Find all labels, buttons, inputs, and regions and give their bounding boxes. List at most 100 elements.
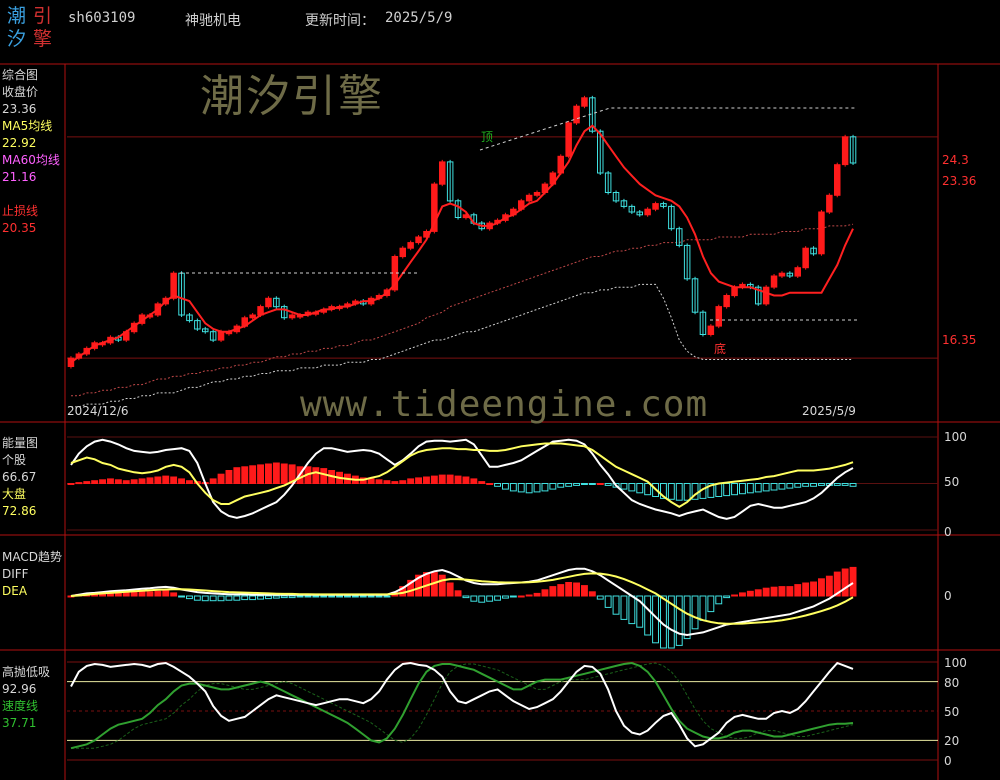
energy-bar [636, 483, 644, 494]
main-label: 22.92 [2, 136, 37, 150]
energy-bar [644, 483, 652, 496]
energy-bar [375, 479, 383, 484]
main-panel-labels: 综合图 收盘价 23.36 MA5均线 22.92 MA60均线 21.16 止损线 20.35 [2, 67, 60, 237]
main-label: 20.35 [2, 221, 37, 235]
macd-bar [272, 595, 280, 599]
macd-bar [154, 590, 162, 597]
energy-bar [604, 483, 612, 486]
macd-bar [762, 587, 770, 597]
macd-bar [162, 590, 170, 597]
energy-bar [517, 483, 525, 493]
energy-line [70, 442, 854, 508]
watermark-logo: 潮汐引擎 [200, 71, 384, 122]
energy-bar [731, 483, 738, 496]
macd-bar [509, 595, 517, 598]
energy-bar [423, 476, 430, 484]
macd-bar [525, 594, 533, 597]
macd-bar [454, 590, 462, 597]
ma-slow-line [71, 223, 854, 397]
macd-bar [691, 595, 699, 630]
energy-bar [794, 483, 802, 488]
energy-bar [802, 483, 810, 487]
macd-bar [588, 591, 596, 597]
macd-bar [628, 595, 636, 625]
gaopao-panel-labels: 高抛低吸 92.96 速度线 37.71 [2, 664, 50, 732]
macd-bar [746, 590, 754, 597]
macd-bar [462, 595, 470, 599]
candle [265, 297, 272, 308]
energy-bar [762, 483, 770, 492]
energy-bar [399, 480, 407, 485]
energy-label: 66.67 [2, 470, 37, 484]
candle [834, 164, 841, 196]
energy-bar [217, 473, 225, 485]
macd-bar [541, 589, 549, 597]
energy-bar [257, 464, 265, 484]
energy-bar [739, 483, 746, 495]
energy-bar [573, 483, 580, 486]
energy-line [70, 438, 854, 520]
macd-bar [478, 595, 486, 603]
macd-bar [288, 595, 296, 599]
macd-bar [494, 595, 502, 601]
macd-bar [122, 592, 130, 597]
energy-bar [209, 478, 217, 484]
macd-bar [841, 568, 849, 597]
energy-bar [683, 483, 691, 501]
macd-bar [201, 595, 209, 602]
macd-bar [517, 595, 525, 598]
macd-bar [359, 595, 367, 598]
guide-line [479, 107, 857, 151]
energy-bar [486, 483, 494, 485]
energy-bar [130, 479, 138, 484]
candle [439, 161, 446, 185]
candle [762, 286, 770, 305]
axis-label-close: 23.36 [942, 174, 977, 188]
date-end: 2025/5/9 [802, 404, 856, 418]
energy-bar [280, 463, 288, 484]
macd-bar [130, 591, 138, 597]
energy-bar [596, 483, 604, 485]
macd-bar [312, 595, 320, 598]
gaopao-line [70, 661, 854, 748]
energy-bar [565, 483, 573, 487]
gaopao-label: 速度线 [2, 699, 39, 713]
macd-label: MACD趋势 [2, 550, 62, 564]
ma-fast-line [70, 124, 854, 364]
energy-bar [588, 483, 596, 485]
energy-label: 个股 [2, 453, 27, 467]
energy-bar [138, 478, 146, 484]
energy-bar [146, 477, 154, 484]
macd-bar [225, 595, 233, 601]
candle [249, 314, 256, 319]
gaopao-label: 37.71 [2, 716, 37, 730]
macd-bar [533, 592, 541, 597]
axis-label-resistance: 24.3 [942, 153, 969, 167]
candle [573, 105, 580, 124]
gaopao-axis-100: 100 [944, 656, 967, 670]
macd-bar [186, 595, 193, 600]
macd-bar [818, 578, 825, 597]
candle [217, 331, 225, 341]
energy-bar [754, 483, 762, 493]
candle [652, 203, 659, 210]
energy-bar [114, 479, 122, 484]
gaopao-axis-20: 20 [944, 734, 960, 748]
macd-bar [233, 595, 241, 601]
macd-bar [438, 574, 446, 597]
macd-bar [241, 595, 249, 601]
macd-bar [146, 591, 154, 597]
candle [731, 286, 738, 297]
macd-bar [699, 595, 707, 621]
macd-bar [557, 584, 565, 597]
gaopao-axis-80: 80 [944, 676, 960, 690]
macd-bar [367, 595, 375, 598]
macd-label: DEA [2, 584, 28, 598]
energy-bar [154, 476, 162, 484]
macd-bar [565, 582, 573, 597]
energy-bar [470, 478, 478, 484]
energy-axis-50: 50 [944, 475, 960, 489]
energy-bar [162, 475, 170, 485]
energy-bar [272, 462, 280, 484]
energy-bar [99, 479, 106, 484]
